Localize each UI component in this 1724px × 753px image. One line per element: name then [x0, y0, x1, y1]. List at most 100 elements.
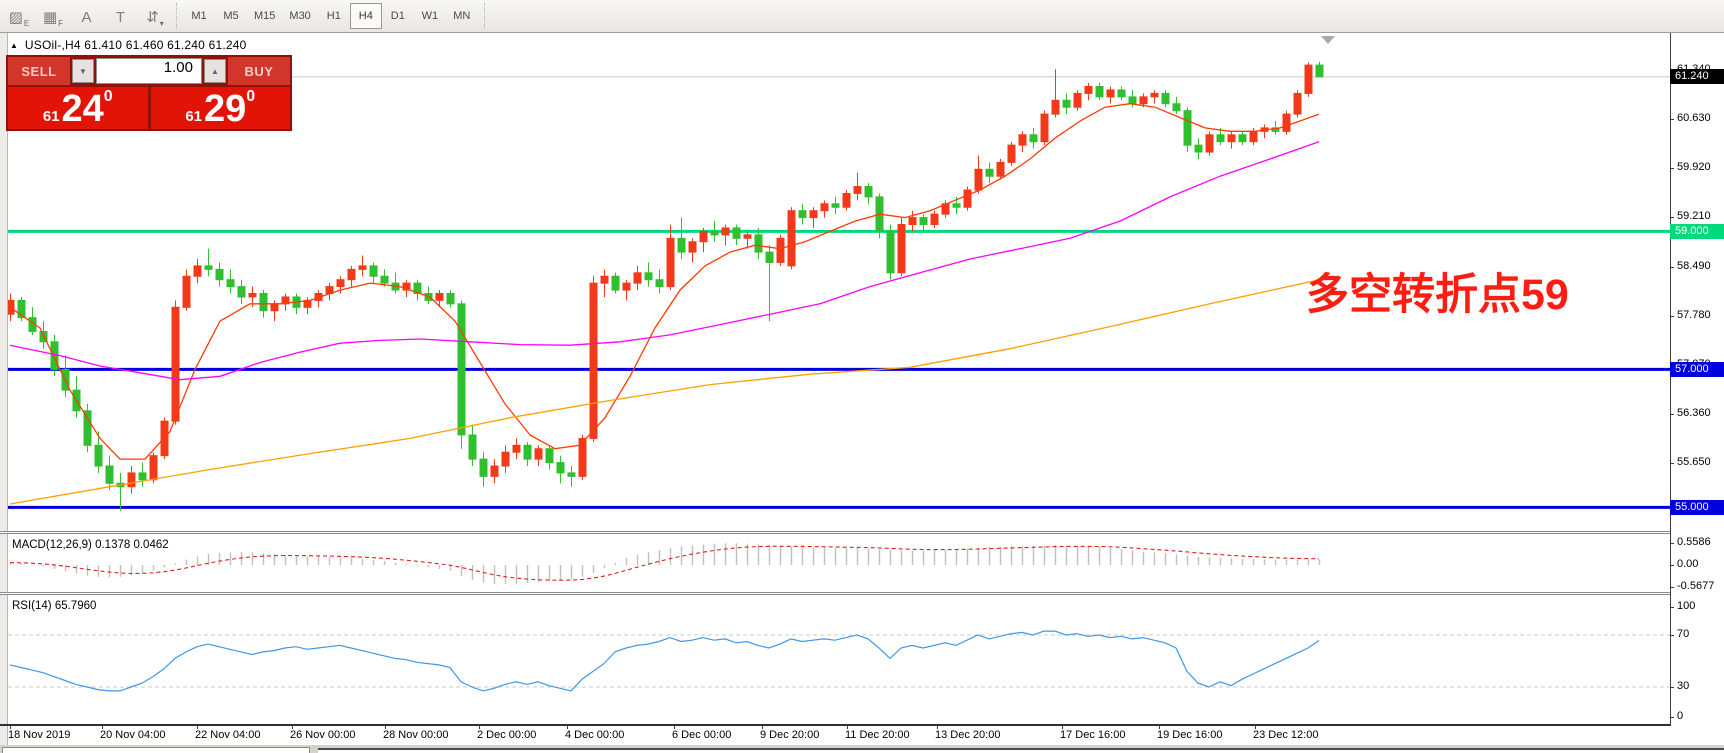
sell-price-prefix: 61 — [43, 107, 60, 127]
sell-price-big: 24 — [62, 91, 104, 127]
date-tick-label: 19 Dec 16:00 — [1157, 729, 1222, 741]
candle-body — [447, 294, 454, 304]
textbox-t-icon[interactable]: T — [106, 3, 136, 29]
candle-body — [1239, 135, 1246, 142]
rsi-tick-mark — [1670, 607, 1674, 608]
candle-body — [227, 280, 234, 287]
price-tick-label: 59.210 — [1677, 210, 1711, 222]
price-tick-label: 56.360 — [1677, 407, 1711, 419]
macd-tick-mark — [1670, 543, 1674, 544]
candle-body — [84, 411, 91, 446]
candle-body — [645, 273, 652, 280]
candle-body — [590, 283, 597, 438]
candle-body — [370, 266, 377, 276]
candle-body — [832, 204, 839, 207]
candle-body — [1118, 90, 1125, 97]
docked-window-right-edge — [318, 748, 1724, 753]
price-tick-mark — [1670, 463, 1674, 464]
candle-body — [997, 162, 1004, 176]
date-tick-label: 22 Nov 04:00 — [195, 729, 260, 741]
volume-input[interactable]: 1.00 — [96, 58, 202, 84]
candle-body — [678, 238, 685, 252]
buy-price-sup: 0 — [246, 90, 255, 104]
chart-text-annotation: 多空转折点59 — [1306, 260, 1569, 322]
chart-title: USOil-,H4 61.410 61.460 61.240 61.240 — [25, 38, 247, 52]
window-left-frame — [0, 33, 8, 745]
collapse-triangle-icon[interactable]: ▲ — [10, 41, 18, 50]
rsi-tick-label: 100 — [1677, 600, 1695, 612]
pane-separator-main-macd[interactable] — [0, 531, 1670, 534]
sell-price-quote[interactable]: 61 24 0 — [8, 87, 148, 129]
timeframe-button-m1[interactable]: M1 — [183, 3, 215, 29]
grid-hatch-f-icon[interactable]: ▦F — [38, 3, 68, 29]
one-click-trading-panel: SELL ▼ 1.00 ▲ BUY 61 24 0 61 29 0 — [6, 55, 292, 131]
pane-separator-rsi-bottom — [0, 724, 1670, 726]
candle-body — [150, 456, 157, 480]
candle-body — [1030, 135, 1037, 142]
timeframe-button-w1[interactable]: W1 — [414, 3, 446, 29]
text-a-icon[interactable]: A — [72, 3, 102, 29]
price-tick-mark — [1670, 267, 1674, 268]
date-tick-label: 18 Nov 2019 — [8, 729, 70, 741]
fast-ma-line — [10, 104, 1319, 459]
chart-shift-marker-icon[interactable] — [1321, 36, 1335, 44]
candle-body — [810, 211, 817, 218]
candle-body — [348, 269, 355, 279]
timeframe-button-d1[interactable]: D1 — [382, 3, 414, 29]
timeframe-button-m30[interactable]: M30 — [282, 3, 317, 29]
candle-body — [1151, 93, 1158, 96]
buy-price-quote[interactable]: 61 29 0 — [151, 87, 291, 129]
date-tick-label: 17 Dec 16:00 — [1060, 729, 1125, 741]
candle-body — [1019, 135, 1026, 145]
timeframe-button-h4[interactable]: H4 — [350, 3, 382, 29]
candle-body — [205, 266, 212, 269]
toolbar-separator — [484, 3, 485, 29]
candle-body — [744, 235, 751, 238]
candle-body — [1129, 97, 1136, 104]
candle-body — [931, 214, 938, 224]
sell-button[interactable]: SELL — [8, 57, 70, 85]
candle-body — [491, 466, 498, 476]
timeframe-button-m15[interactable]: M15 — [247, 3, 282, 29]
candle-body — [1250, 131, 1257, 141]
candle-body — [524, 445, 531, 459]
mt4-window: ▨E▦FAT⇵▾ M1M5M15M30H1H4D1W1MN ▲ USOil-,H4… — [0, 0, 1724, 753]
candle-body — [480, 459, 487, 476]
price-badge-57.000: 57.000 — [1670, 362, 1724, 377]
rsi-tick-label: 70 — [1677, 628, 1689, 640]
candle-body — [865, 187, 872, 197]
candle-body — [755, 235, 762, 252]
rsi-label: RSI(14) 65.7960 — [12, 600, 96, 612]
chart-title-bar: ▲ USOil-,H4 61.410 61.460 61.240 61.240 — [10, 38, 246, 52]
date-tick-label: 2 Dec 00:00 — [477, 729, 536, 741]
candle-body — [1217, 135, 1224, 142]
date-tick-label: 20 Nov 04:00 — [100, 729, 165, 741]
volume-decrease-button[interactable]: ▼ — [72, 59, 94, 83]
pane-separator-macd-rsi[interactable] — [0, 592, 1670, 595]
macd-label: MACD(12,26,9) 0.1378 0.0462 — [12, 539, 169, 551]
candle-body — [975, 169, 982, 190]
timeframe-button-h1[interactable]: H1 — [318, 3, 350, 29]
candle-body — [601, 276, 608, 283]
cycle-arrows-icon[interactable]: ⇵▾ — [140, 3, 170, 29]
candle-body — [579, 438, 586, 476]
candle-body — [711, 231, 718, 234]
candle-body — [722, 228, 729, 235]
timeframe-button-m5[interactable]: M5 — [215, 3, 247, 29]
date-tick-label: 9 Dec 20:00 — [760, 729, 819, 741]
date-tick-label: 28 Nov 00:00 — [383, 729, 448, 741]
price-tick-mark — [1670, 316, 1674, 317]
candle-body — [337, 280, 344, 287]
candle-body — [634, 273, 641, 283]
candle-body — [766, 252, 773, 262]
timeframe-button-mn[interactable]: MN — [446, 3, 478, 29]
macd-tick-mark — [1670, 565, 1674, 566]
price-tick-mark — [1670, 414, 1674, 415]
volume-increase-button[interactable]: ▲ — [204, 59, 226, 83]
candle-body — [128, 473, 135, 487]
candle-body — [535, 449, 542, 459]
charts-hatch-e-icon[interactable]: ▨E — [4, 3, 34, 29]
candle-body — [95, 445, 102, 466]
buy-button[interactable]: BUY — [228, 57, 290, 85]
candle-body — [568, 473, 575, 476]
